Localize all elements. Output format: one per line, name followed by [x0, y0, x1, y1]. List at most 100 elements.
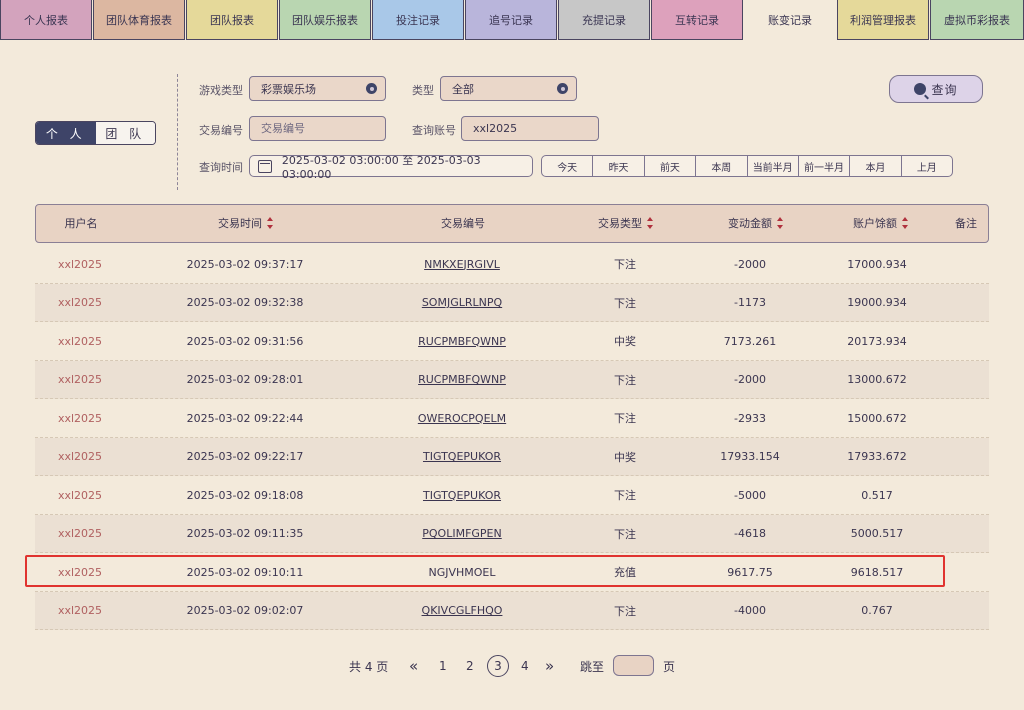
- cell-username: xxl2025: [57, 527, 103, 540]
- cell-type: 中奖: [614, 450, 636, 464]
- table-row: xxl2025 2025-03-02 09:31:56 RUCPMBFQWNP 中奖 7…: [35, 322, 989, 361]
- page-3-current[interactable]: 3: [487, 655, 509, 677]
- tab-team-entertainment-report[interactable]: 团队娱乐报表: [279, 0, 371, 40]
- personal-team-toggle: 个 人 团 队: [35, 121, 156, 145]
- tab-deposit-withdraw-records[interactable]: 充提记录: [558, 0, 650, 40]
- tab-team-report[interactable]: 团队报表: [186, 0, 278, 40]
- filter-divider: [177, 74, 178, 190]
- table-row: xxl2025 2025-03-02 09:22:17 TIGTQEPUKOR 中奖 1…: [35, 437, 989, 476]
- quick-range-this-week[interactable]: 本周: [696, 156, 748, 176]
- page-2[interactable]: 2: [466, 652, 474, 680]
- tab-personal-report[interactable]: 个人报表: [0, 0, 92, 40]
- cell-txid[interactable]: PQOLIMFGPEN: [402, 515, 522, 553]
- quick-range-this-month[interactable]: 本月: [850, 156, 902, 176]
- game-type-select[interactable]: 彩票娱乐场: [249, 76, 386, 101]
- header-type[interactable]: 交易类型: [581, 205, 671, 241]
- cell-username: xxl2025: [57, 373, 103, 386]
- cell-amount: -5000: [734, 488, 766, 502]
- tx-no-field-wrap: [249, 116, 386, 141]
- cell-amount: -4000: [734, 604, 766, 617]
- query-button[interactable]: 查询: [889, 75, 983, 103]
- last-page-icon[interactable]: »: [545, 652, 554, 680]
- cell-note: [940, 592, 990, 630]
- query-button-label: 查询: [931, 82, 958, 97]
- cell-time: 2025-03-02 09:02:07: [186, 604, 304, 617]
- cell-amount: -4618: [734, 527, 766, 540]
- tab-transfer-records[interactable]: 互转记录: [651, 0, 743, 40]
- cell-time: 2025-03-02 09:28:01: [186, 373, 304, 386]
- cell-amount: -2000: [734, 373, 766, 386]
- header-time[interactable]: 交易时间: [186, 205, 306, 241]
- cell-note: [940, 553, 990, 591]
- tab-profit-management-report[interactable]: 利润管理报表: [837, 0, 929, 40]
- tab-team-sports-report[interactable]: 团队体育报表: [93, 0, 185, 40]
- dropdown-icon: [366, 83, 377, 94]
- quick-range-yesterday[interactable]: 昨天: [593, 156, 645, 176]
- cell-txid[interactable]: NMKXEJRGIVL: [402, 245, 522, 283]
- tab-account-change-records[interactable]: 账变记录: [744, 0, 836, 40]
- cell-txid[interactable]: RUCPMBFQWNP: [402, 361, 522, 399]
- cell-txid[interactable]: TIGTQEPUKOR: [402, 438, 522, 476]
- header-amount[interactable]: 变动金额: [711, 205, 801, 241]
- cell-balance: 9618.517: [850, 565, 904, 579]
- cell-username: xxl2025: [57, 565, 103, 579]
- account-input[interactable]: [473, 122, 598, 135]
- sort-icon: [777, 217, 784, 229]
- table-row: xxl2025 2025-03-02 09:18:08 TIGTQEPUKOR 下注 -…: [35, 476, 989, 515]
- quick-range-today[interactable]: 今天: [542, 156, 594, 176]
- cell-type: 下注: [614, 527, 636, 541]
- personal-option[interactable]: 个 人: [36, 122, 96, 144]
- tx-no-input[interactable]: [261, 122, 385, 135]
- cell-username: xxl2025: [57, 296, 103, 309]
- table-row: xxl2025 2025-03-02 09:11:35 PQOLIMFGPEN 下注 -…: [35, 514, 989, 553]
- calendar-icon: [258, 159, 272, 173]
- page-4[interactable]: 4: [521, 652, 529, 680]
- header-balance[interactable]: 账户馀额: [836, 205, 926, 241]
- sort-icon: [902, 217, 909, 229]
- cell-txid[interactable]: QKIVCGLFHQO: [402, 592, 522, 630]
- date-range-picker[interactable]: 2025-03-02 03:00:00 至 2025-03-03 03:00:0…: [249, 154, 533, 181]
- page-1[interactable]: 1: [439, 652, 447, 680]
- cell-txid[interactable]: SOMJGLRLNPQ: [402, 284, 522, 322]
- type-select[interactable]: 全部: [440, 76, 577, 101]
- cell-balance: 17000.934: [847, 257, 907, 271]
- team-option[interactable]: 团 队: [95, 122, 155, 144]
- game-type-value: 彩票娱乐场: [261, 82, 316, 96]
- quick-range-previous-half-month[interactable]: 前一半月: [799, 156, 851, 176]
- cell-balance: 17933.672: [847, 450, 907, 463]
- cell-type: 下注: [614, 258, 636, 271]
- table-row: xxl2025 2025-03-02 09:02:07 QKIVCGLFHQO 下注 -…: [35, 591, 990, 630]
- page-unit-label: 页: [663, 659, 676, 674]
- jump-label: 跳至: [580, 659, 605, 674]
- date-range-value: 2025-03-02 03:00:00 至 2025-03-03 03:00:0…: [281, 153, 481, 181]
- cell-balance: 13000.672: [847, 373, 907, 386]
- cell-username: xxl2025: [57, 334, 103, 348]
- quick-range-current-half-month[interactable]: 当前半月: [748, 156, 799, 176]
- quick-range-day-before[interactable]: 前天: [645, 156, 697, 176]
- cell-txid: NGJVHMOEL: [428, 565, 496, 579]
- table-row: xxl2025 2025-03-02 09:22:44 OWEROCPQELM 下注 -…: [35, 399, 989, 438]
- pagination: 共 4 页 « 1 2 3 4 » 跳至 页: [0, 652, 1024, 680]
- tab-crypto-lottery-report[interactable]: 虚拟币彩报表: [930, 0, 1024, 40]
- tab-bet-records[interactable]: 投注记录: [372, 0, 464, 40]
- cell-note: [940, 476, 990, 514]
- cell-balance: 5000.517: [850, 527, 904, 540]
- cell-txid[interactable]: OWEROCPQELM: [402, 399, 522, 437]
- first-page-icon[interactable]: «: [409, 652, 418, 680]
- cell-amount: 9617.75: [727, 565, 773, 579]
- cell-note: [940, 245, 990, 283]
- cell-type: 中奖: [614, 335, 636, 348]
- cell-txid[interactable]: TIGTQEPUKOR: [402, 476, 522, 514]
- account-label: 查询账号: [412, 124, 456, 137]
- cell-txid[interactable]: RUCPMBFQWNP: [402, 322, 522, 360]
- quick-range-last-month[interactable]: 上月: [902, 156, 952, 176]
- type-value: 全部: [452, 82, 474, 96]
- table-row: xxl2025 2025-03-02 09:32:38 SOMJGLRLNPQ 下注 -…: [35, 283, 989, 322]
- cell-type: 下注: [614, 296, 636, 310]
- cell-time: 2025-03-02 09:22:44: [186, 411, 304, 425]
- cell-balance: 15000.672: [847, 411, 907, 425]
- jump-page-input[interactable]: [613, 655, 654, 676]
- cell-time: 2025-03-02 09:18:08: [186, 488, 304, 502]
- cell-username: xxl2025: [57, 604, 103, 617]
- tab-chase-records[interactable]: 追号记录: [465, 0, 557, 40]
